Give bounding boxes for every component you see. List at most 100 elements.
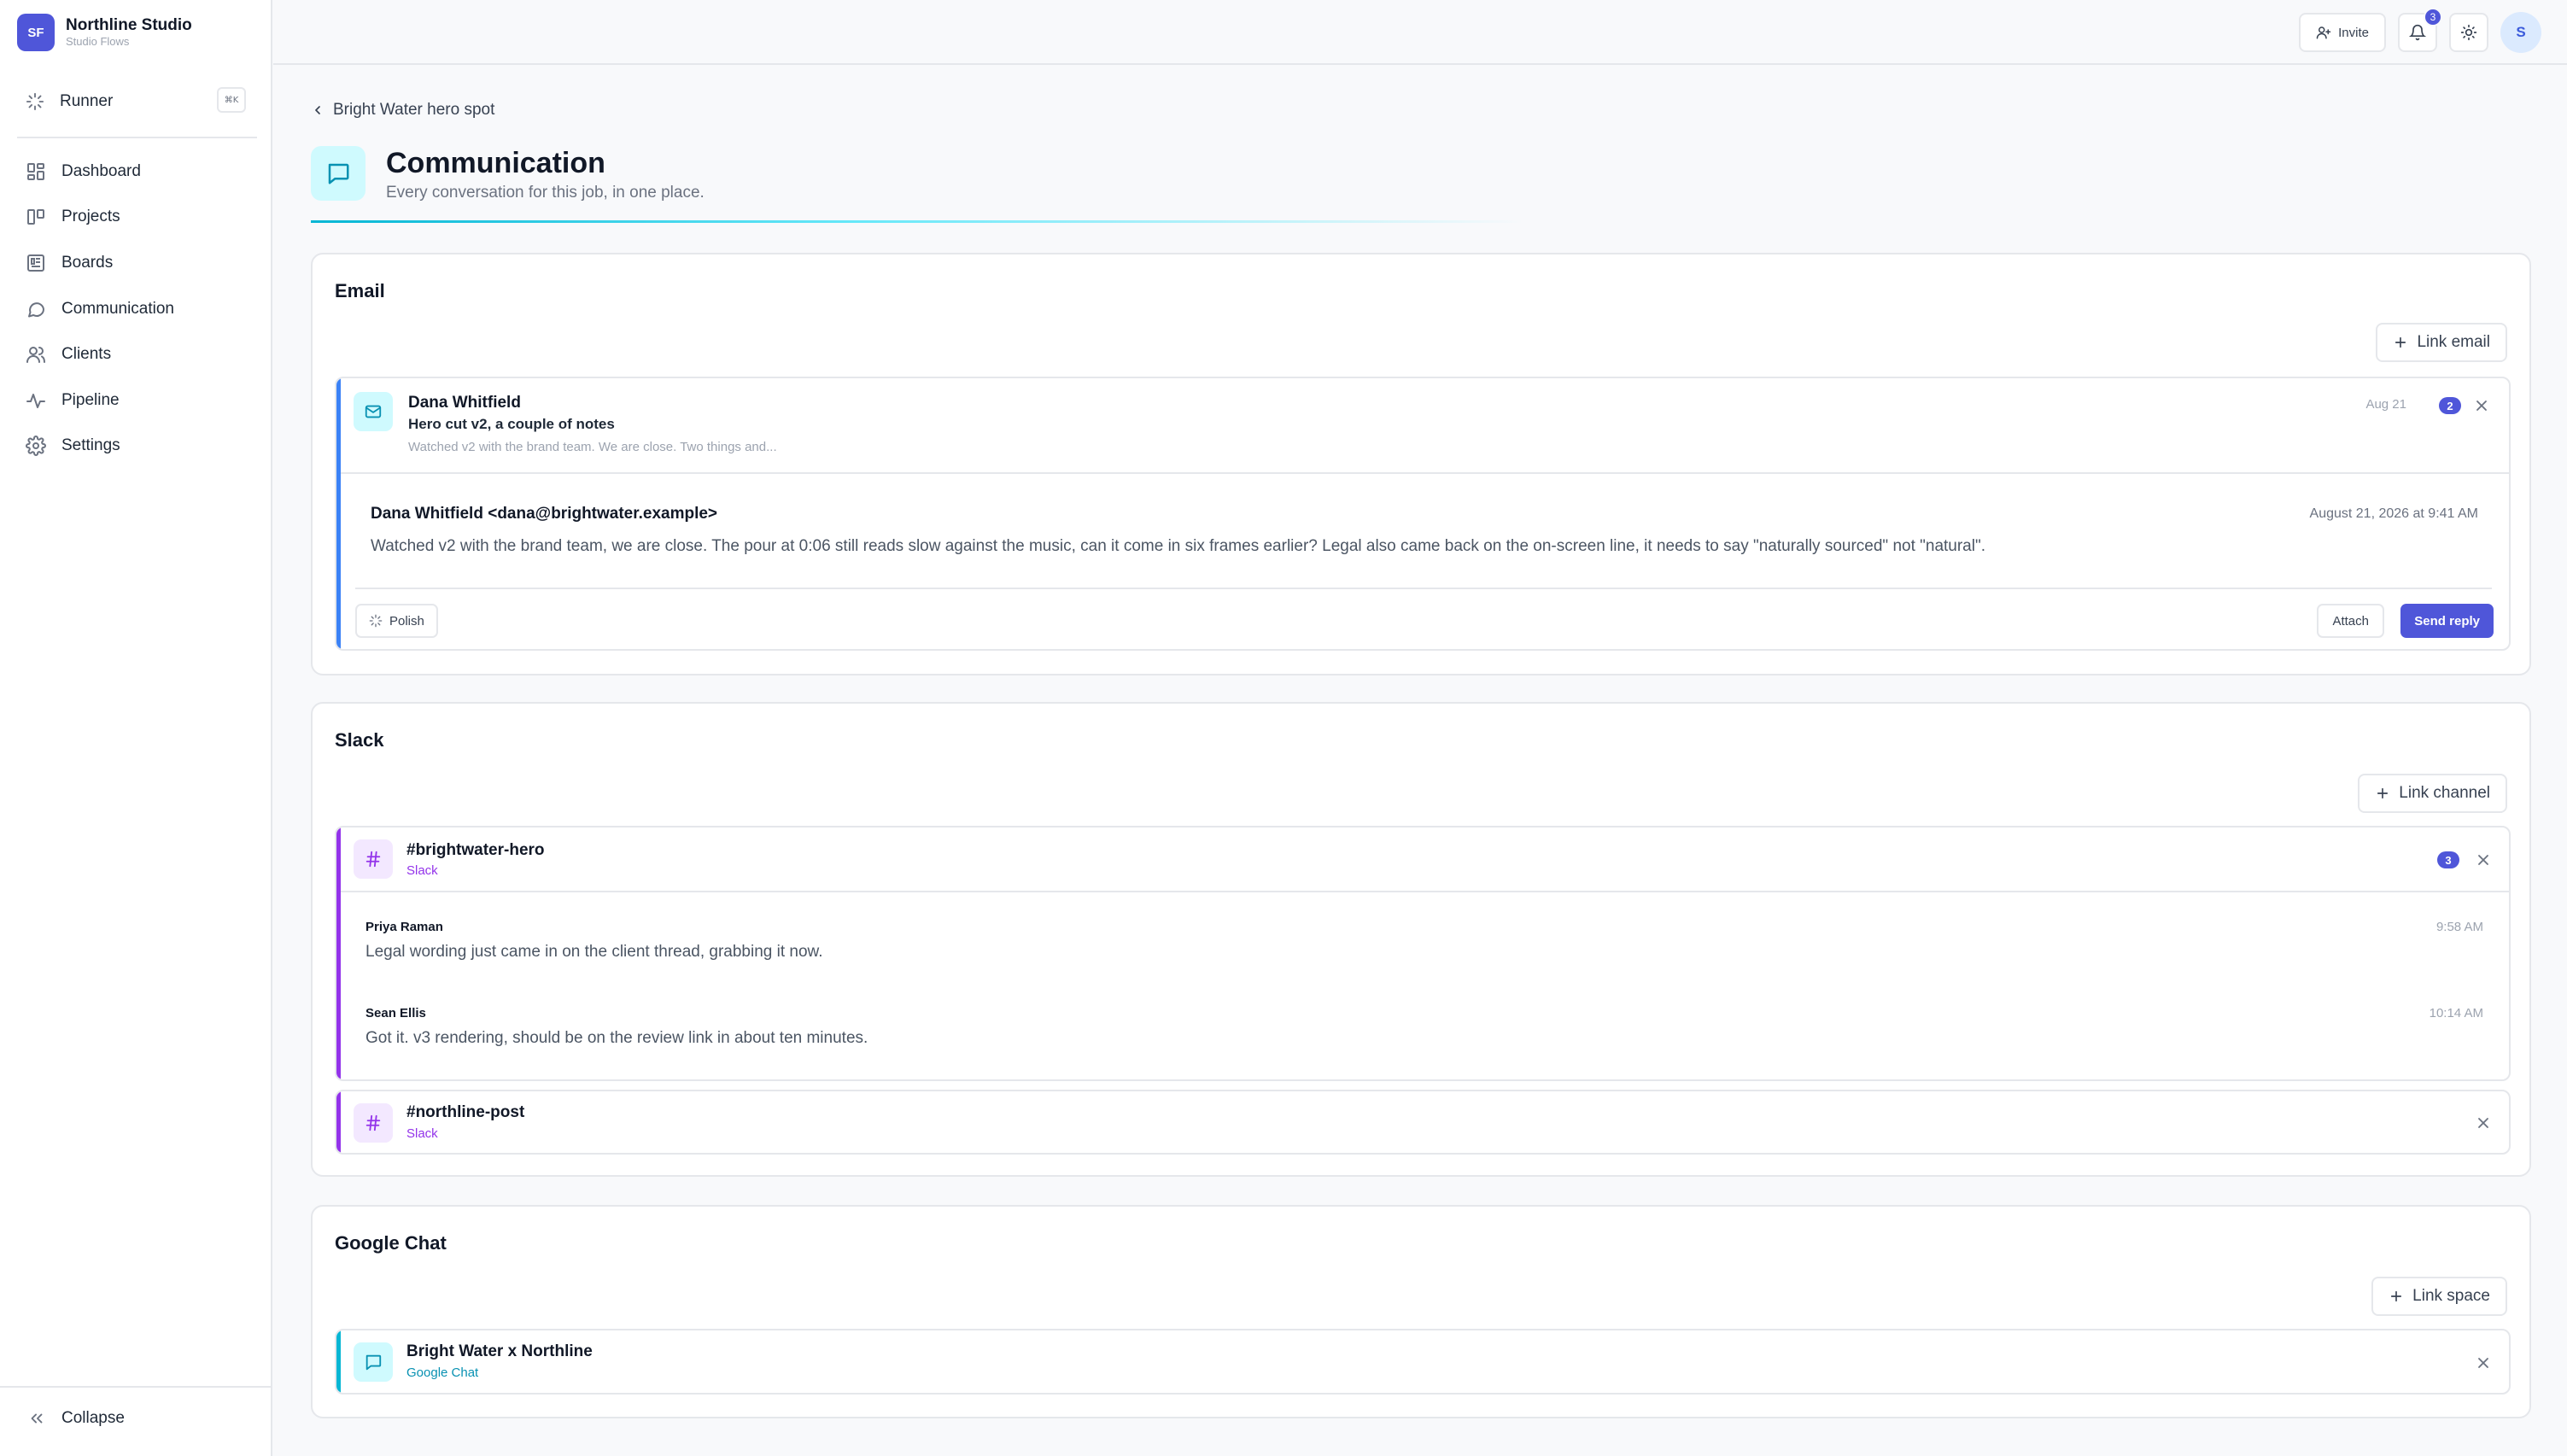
email-section: Email Link email Dana Whitfield Hero cut… (311, 253, 2531, 675)
polish-button[interactable]: Polish (355, 604, 438, 638)
collapse-label: Collapse (61, 1409, 125, 1427)
theme-toggle-button[interactable] (2449, 13, 2488, 52)
link-space-button[interactable]: Link space (2371, 1277, 2507, 1316)
sidebar-item-pipeline[interactable]: Pipeline (26, 377, 248, 424)
bell-icon (2409, 24, 2426, 41)
page-header: Communication Every conversation for thi… (311, 146, 705, 204)
google-chat-section: Google Chat Link space Bright Water x No… (311, 1205, 2531, 1418)
workspace-switcher[interactable]: SF Northline Studio Studio Flows (17, 13, 192, 52)
message-time: 10:14 AM (2429, 1006, 2483, 1020)
email-from: Dana Whitfield <dana@brightwater.example… (371, 505, 718, 523)
space-type: Google Chat (406, 1365, 479, 1380)
sun-icon (2460, 24, 2477, 41)
card-divider (341, 472, 2509, 474)
user-avatar[interactable]: S (2500, 12, 2541, 53)
sidebar-item-projects[interactable]: Projects (26, 195, 248, 241)
back-link[interactable]: Bright Water hero spot (311, 101, 494, 120)
sidebar-item-label: Boards (61, 253, 114, 272)
sidebar-item-label: Settings (61, 436, 120, 455)
header-accent-rule (311, 220, 1523, 223)
space-name[interactable]: Bright Water x Northline (406, 1342, 593, 1361)
sidebar-item-clients[interactable]: Clients (26, 331, 248, 377)
reply-divider (355, 588, 2492, 589)
sparkle-icon (26, 92, 44, 111)
sidebar-item-label: Pipeline (61, 390, 120, 409)
email-thread-card: Dana Whitfield Hero cut v2, a couple of … (335, 377, 2511, 651)
sparkle-icon (369, 614, 383, 628)
send-reply-button[interactable]: Send reply (2400, 604, 2494, 638)
plus-icon (2377, 787, 2389, 799)
chat-icon (354, 1342, 393, 1382)
plus-icon (2391, 1290, 2402, 1302)
close-icon[interactable] (2475, 1354, 2492, 1371)
message-count-badge: 2 (2439, 397, 2461, 414)
channel-name[interactable]: #northline-post (406, 1103, 524, 1122)
link-email-button[interactable]: Link email (2376, 323, 2507, 362)
workspace-logo: SF (17, 14, 55, 51)
slack-channel-card: #brightwater-hero Slack 3 Priya Raman 9:… (335, 826, 2511, 1081)
email-datetime: August 21, 2026 at 9:41 AM (2309, 506, 2478, 521)
chat-icon (311, 146, 365, 201)
user-plus-icon (2316, 26, 2331, 39)
sidebar-item-settings[interactable]: Settings (26, 424, 248, 470)
sidebar-item-label: Communication (61, 299, 174, 318)
mail-icon (354, 392, 393, 431)
card-divider (341, 891, 2509, 892)
sidebar-item-label: Projects (61, 208, 120, 226)
sidebar-item-communication[interactable]: Communication (26, 286, 248, 332)
chat-icon (28, 301, 44, 318)
link-email-label: Link email (2417, 333, 2490, 351)
message-count-badge: 3 (2437, 851, 2459, 868)
hash-icon (354, 1103, 393, 1143)
close-icon[interactable] (2475, 1114, 2492, 1131)
close-icon[interactable] (2473, 397, 2490, 414)
slack-channel-card: #northline-post Slack (335, 1090, 2511, 1155)
top-bar: Invite 3 S (273, 0, 2567, 65)
link-channel-button[interactable]: Link channel (2358, 774, 2507, 813)
channel-type: Slack (406, 863, 438, 878)
main-nav: Dashboard Projects Boards Communication … (26, 149, 248, 469)
runner-label: Runner (60, 92, 114, 110)
email-preview: Watched v2 with the brand team. We are c… (408, 440, 777, 454)
message-author: Priya Raman (365, 920, 443, 934)
section-title: Google Chat (335, 1232, 447, 1254)
collapse-sidebar-button[interactable]: Collapse (27, 1409, 125, 1428)
section-title: Email (335, 280, 385, 301)
channel-name[interactable]: #brightwater-hero (406, 841, 545, 860)
runner-button[interactable]: Runner ⌘K (26, 87, 246, 116)
sidebar-item-boards[interactable]: Boards (26, 240, 248, 286)
chevron-left-icon (315, 106, 320, 114)
invite-label: Invite (2338, 25, 2369, 40)
sidebar: SF Northline Studio Studio Flows Runner … (0, 0, 272, 1456)
hash-icon (354, 839, 393, 879)
message-text: Legal wording just came in on the client… (365, 943, 823, 961)
notifications-button[interactable]: 3 (2398, 8, 2442, 52)
email-sender[interactable]: Dana Whitfield (408, 394, 521, 412)
chevrons-left-icon (31, 1413, 43, 1424)
message-author: Sean Ellis (365, 1006, 426, 1020)
sidebar-divider (0, 1386, 272, 1388)
message-time: 9:58 AM (2435, 920, 2483, 934)
workspace-name: Northline Studio (66, 16, 192, 34)
invite-button[interactable]: Invite (2299, 13, 2386, 52)
attach-button[interactable]: Attach (2317, 604, 2384, 638)
notification-count-badge: 3 (2424, 8, 2442, 26)
page-title: Communication (386, 147, 605, 179)
link-channel-label: Link channel (2399, 784, 2490, 802)
boards-icon (27, 254, 44, 272)
sidebar-divider (17, 137, 257, 138)
email-subject[interactable]: Hero cut v2, a couple of notes (408, 416, 615, 433)
workspace-subtitle: Studio Flows (66, 35, 130, 48)
pulse-icon (26, 393, 45, 408)
section-title: Slack (335, 729, 384, 751)
channel-type: Slack (406, 1126, 438, 1141)
sidebar-item-dashboard[interactable]: Dashboard (26, 149, 248, 195)
users-icon (26, 347, 45, 364)
polish-label: Polish (389, 613, 424, 629)
slack-section: Slack Link channel #brightwater-hero Sla… (311, 702, 2531, 1177)
link-space-label: Link space (2412, 1287, 2490, 1305)
close-icon[interactable] (2475, 851, 2492, 868)
google-chat-space-card: Bright Water x Northline Google Chat (335, 1329, 2511, 1395)
email-body: Watched v2 with the brand team, we are c… (371, 537, 1985, 555)
email-date: Aug 21 (2365, 397, 2406, 412)
